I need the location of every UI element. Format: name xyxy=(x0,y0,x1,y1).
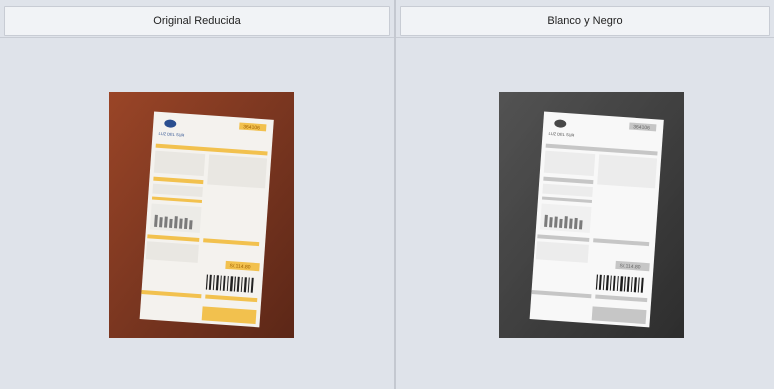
right-pane: Blanco y Negro LUZ DEL SUR 364106 S/.114… xyxy=(396,0,774,389)
left-separator xyxy=(0,37,394,38)
grayscale-image: LUZ DEL SUR 364106 S/.114.80 xyxy=(499,92,684,338)
left-header: Original Reducida xyxy=(4,6,390,36)
right-separator xyxy=(396,37,774,38)
svg-text:364106: 364106 xyxy=(243,124,260,131)
original-receipt-photo: LUZ DEL SUR 364106 S/.114.80 xyxy=(109,92,294,338)
right-title: Blanco y Negro xyxy=(547,15,623,27)
left-pane: Original Reducida LUZ DEL SUR 364106 S/.… xyxy=(0,0,394,389)
right-header: Blanco y Negro xyxy=(400,6,770,36)
svg-text:364106: 364106 xyxy=(633,124,650,131)
grayscale-receipt-photo: LUZ DEL SUR 364106 S/.114.80 xyxy=(499,92,684,338)
original-image: LUZ DEL SUR 364106 S/.114.80 xyxy=(109,92,294,338)
left-title: Original Reducida xyxy=(153,15,241,27)
